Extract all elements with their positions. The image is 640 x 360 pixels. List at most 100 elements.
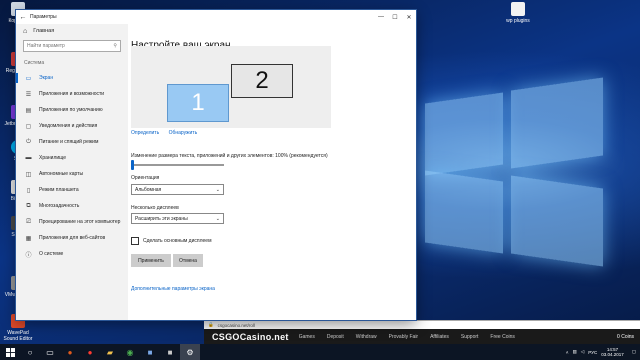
sidebar-category: Система (24, 60, 45, 66)
info-icon: ⓘ (25, 252, 32, 259)
monitor-2[interactable]: 2 (231, 64, 293, 98)
sidebar-item-offline-maps[interactable]: ◫ Автономные карты (16, 166, 128, 182)
search-icon: ○ (27, 347, 33, 357)
nav-support[interactable]: Support (461, 334, 479, 340)
desktop-icon-label: wp plugins (506, 18, 530, 24)
taskbar: ○ ▭ ● ● ▰ ◉ ■ ■ ⚙ ˄ ▥ ◁ РУС 14:57 03.04.… (0, 344, 640, 360)
advanced-display-settings-link[interactable]: Дополнительные параметры экрана (131, 286, 215, 292)
windows-icon (5, 347, 15, 357)
chevron-down-icon: ⌄ (215, 186, 220, 193)
site-navbar: CSGOCasino.net Games Deposit Withdraw Pr… (204, 329, 640, 345)
sidebar-item-label: Проецирование на этот компьютер (39, 219, 121, 225)
sidebar-item-storage[interactable]: ▬ Хранилище (16, 150, 128, 166)
window-title: Параметры (30, 14, 57, 20)
monitor-icon: ▭ (25, 75, 32, 82)
nav-free-coins[interactable]: Free Coins (490, 334, 514, 340)
multitasking-icon: ⧉ (26, 202, 31, 209)
main-display-checkbox[interactable] (131, 237, 139, 245)
desktop-icon-wp-plugins[interactable]: wp plugins (500, 2, 536, 24)
sidebar-item-label: Питание и спящий режим (39, 139, 99, 145)
tablet-icon: ▯ (26, 187, 31, 194)
monitor-1[interactable]: 1 (167, 84, 229, 122)
scale-slider-track[interactable] (131, 164, 224, 166)
detect-link[interactable]: Обнаружить (169, 130, 198, 136)
clock-date: 03.04.2017 (601, 352, 624, 357)
back-arrow-icon[interactable]: ← (16, 14, 30, 21)
search-taskbar-button[interactable]: ○ (20, 344, 40, 360)
home-icon: ⌂ (23, 27, 28, 35)
taskbar-app-5[interactable]: ■ (140, 344, 160, 360)
taskbar-app-yandex[interactable]: ● (80, 344, 100, 360)
sidebar-item-label: Многозадачность (39, 203, 80, 209)
multi-display-dropdown[interactable]: Расширить эти экраны ⌄ (131, 213, 224, 224)
search-input[interactable]: Найти параметр ⚲ (23, 40, 121, 52)
settings-window: ← Параметры — ☐ ✕ ⌂ Главная Найти параме… (16, 10, 416, 320)
sidebar-item-default-apps[interactable]: ▤ Приложения по умолчанию (16, 102, 128, 118)
volume-icon[interactable]: ◁ (581, 349, 584, 355)
start-button[interactable] (0, 344, 20, 360)
sidebar-item-label: Режим планшета (39, 187, 79, 193)
sidebar: ⌂ Главная Найти параметр ⚲ Система ▭ Экр… (16, 24, 128, 320)
sidebar-item-notifications[interactable]: ▢ Уведомления и действия (16, 118, 128, 134)
minimize-button[interactable]: — (374, 14, 388, 20)
monitor-2-number: 2 (255, 67, 269, 94)
sidebar-item-power[interactable]: ⏻ Питание и спящий режим (16, 134, 128, 150)
desktop-icon-label: WavePad Sound Editor (3, 330, 33, 342)
notifications-icon[interactable]: ▢ (632, 349, 636, 355)
power-icon: ⏻ (26, 138, 31, 145)
taskbar-app-settings[interactable]: ⚙ (180, 344, 200, 360)
cancel-button[interactable]: Отмена (173, 254, 203, 267)
sidebar-item-about[interactable]: ⓘ О системе (16, 246, 128, 262)
site-logo[interactable]: CSGOCasino.net (212, 332, 289, 342)
browser-window: 🔒 csgocasino.net/roll CSGOCasino.net Gam… (204, 320, 640, 345)
language-indicator[interactable]: РУС (588, 350, 597, 355)
close-button[interactable]: ✕ (402, 14, 416, 21)
sidebar-item-display[interactable]: ▭ Экран (16, 70, 128, 86)
sidebar-item-apps-features[interactable]: ☰ Приложения и возможности (16, 86, 128, 102)
sidebar-item-tablet-mode[interactable]: ▯ Режим планшета (16, 182, 128, 198)
main-content: Настройте ваш экран 2 1 Определить Обнар… (131, 24, 416, 320)
app-icon: ■ (167, 347, 173, 357)
maps-icon: ◫ (25, 171, 32, 178)
nav-provably-fair[interactable]: Provably Fair (389, 334, 418, 340)
main-display-checkbox-row[interactable]: Сделать основным дисплеем (131, 237, 212, 245)
sidebar-item-projecting[interactable]: ⎚ Проецирование на этот компьютер (16, 214, 128, 230)
clock[interactable]: 14:57 03.04.2017 (601, 347, 624, 357)
tray-chevron-icon[interactable]: ˄ (566, 350, 569, 355)
nav-games[interactable]: Games (299, 334, 315, 340)
nav-affiliates[interactable]: Affiliates (430, 334, 449, 340)
display-arrangement: 2 1 (131, 46, 331, 128)
task-view-button[interactable]: ▭ (40, 344, 60, 360)
orientation-value: Альбомная (135, 186, 162, 193)
taskbar-app-browser[interactable]: ● (60, 344, 80, 360)
multi-display-value: Расширить эти экраны (135, 215, 188, 222)
web-apps-icon: ▦ (25, 235, 32, 242)
taskbar-app-chrome[interactable]: ◉ (120, 344, 140, 360)
nav-deposit[interactable]: Deposit (327, 334, 344, 340)
sidebar-item-label: Автономные карты (39, 171, 84, 177)
apply-button[interactable]: Применить (131, 254, 171, 267)
scale-slider-thumb[interactable] (131, 160, 134, 170)
taskbar-app-6[interactable]: ■ (160, 344, 180, 360)
sidebar-item-label: О системе (39, 251, 64, 257)
sidebar-item-apps-websites[interactable]: ▦ Приложения для веб-сайтов (16, 230, 128, 246)
apps-list-icon: ☰ (25, 91, 32, 98)
folder-icon (511, 2, 525, 16)
taskbar-app-explorer[interactable]: ▰ (100, 344, 120, 360)
sidebar-item-label: Приложения для веб-сайтов (39, 235, 106, 241)
nav-home[interactable]: ⌂ Главная (16, 24, 128, 38)
chevron-down-icon: ⌄ (215, 215, 220, 222)
network-icon[interactable]: ▥ (572, 349, 576, 355)
sidebar-item-label: Приложения и возможности (39, 91, 105, 97)
identify-link[interactable]: Определить (131, 130, 159, 136)
title-bar: ← Параметры — ☐ ✕ (16, 10, 416, 24)
project-icon: ⎚ (26, 218, 31, 225)
maximize-button[interactable]: ☐ (388, 14, 402, 21)
orientation-dropdown[interactable]: Альбомная ⌄ (131, 184, 224, 195)
monitor-1-number: 1 (191, 89, 205, 116)
notifications-icon: ▢ (25, 123, 32, 130)
nav-withdraw[interactable]: Withdraw (356, 334, 377, 340)
sidebar-item-multitasking[interactable]: ⧉ Многозадачность (16, 198, 128, 214)
search-icon: ⚲ (113, 43, 117, 49)
sidebar-item-label: Хранилище (39, 155, 66, 161)
